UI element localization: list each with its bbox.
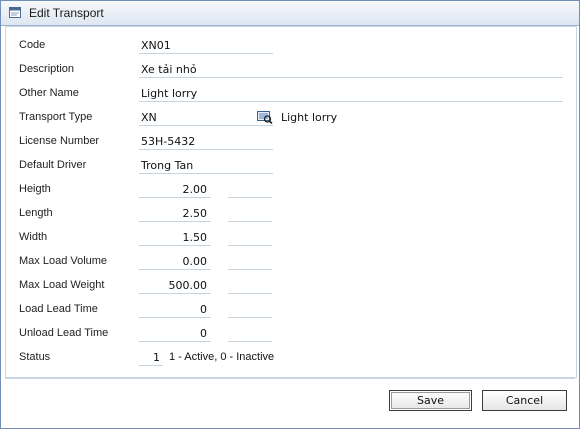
row-length: Length 2.50: [6, 204, 576, 224]
height-unit-field[interactable]: [228, 181, 272, 198]
row-max-load-weight: Max Load Weight 500.00: [6, 276, 576, 296]
row-unload-lead-time: Unload Lead Time 0: [6, 324, 576, 344]
width-input[interactable]: 1.50: [139, 229, 211, 246]
row-transport-type: Transport Type XN Light lorry: [6, 108, 576, 128]
row-width: Width 1.50: [6, 228, 576, 248]
lookup-icon[interactable]: [257, 111, 273, 124]
width-label: Width: [19, 231, 48, 243]
row-default-driver: Default Driver Trong Tan: [6, 156, 576, 176]
footer-divider: [5, 378, 575, 379]
max-load-weight-input[interactable]: 500.00: [139, 277, 211, 294]
unload-lead-time-label: Unload Lead Time: [19, 327, 109, 339]
max-load-weight-label: Max Load Weight: [19, 279, 105, 291]
max-load-volume-label: Max Load Volume: [19, 255, 108, 267]
max-load-weight-unit-field[interactable]: [228, 277, 272, 294]
other-name-input[interactable]: Light lorry: [139, 85, 563, 102]
window-title: Edit Transport: [29, 6, 104, 20]
transport-type-input[interactable]: XN: [139, 109, 273, 126]
other-name-label: Other Name: [19, 87, 79, 99]
unload-lead-time-input[interactable]: 0: [139, 325, 211, 342]
width-unit-field[interactable]: [228, 229, 272, 246]
description-input[interactable]: Xe tải nhỏ: [139, 61, 563, 78]
row-description: Description Xe tải nhỏ: [6, 60, 576, 80]
max-load-volume-unit-field[interactable]: [228, 253, 272, 270]
form-panel: Code XN01 Description Xe tải nhỏ Other N…: [5, 26, 577, 378]
length-input[interactable]: 2.50: [139, 205, 211, 222]
length-unit-field[interactable]: [228, 205, 272, 222]
length-label: Length: [19, 207, 53, 219]
save-button[interactable]: Save: [389, 390, 472, 411]
default-driver-input[interactable]: Trong Tan: [139, 157, 273, 174]
transport-type-name: Light lorry: [281, 111, 338, 124]
license-number-label: License Number: [19, 135, 100, 147]
license-number-input[interactable]: 53H-5432: [139, 133, 273, 150]
row-code: Code XN01: [6, 36, 576, 56]
edit-transport-window: Edit Transport Code XN01 Description Xe …: [0, 0, 580, 429]
code-input[interactable]: XN01: [139, 37, 273, 54]
status-input[interactable]: 1: [139, 349, 163, 366]
load-lead-time-unit-field[interactable]: [228, 301, 272, 318]
transport-type-label: Transport Type: [19, 111, 93, 123]
row-other-name: Other Name Light lorry: [6, 84, 576, 104]
status-label: Status: [19, 351, 51, 363]
row-height: Heigth 2.00: [6, 180, 576, 200]
load-lead-time-input[interactable]: 0: [139, 301, 211, 318]
height-input[interactable]: 2.00: [139, 181, 211, 198]
status-hint: 1 - Active, 0 - Inactive: [169, 351, 275, 363]
unload-lead-time-unit-field[interactable]: [228, 325, 272, 342]
load-lead-time-label: Load Lead Time: [19, 303, 98, 315]
description-label: Description: [19, 63, 75, 75]
default-driver-label: Default Driver: [19, 159, 87, 171]
row-load-lead-time: Load Lead Time 0: [6, 300, 576, 320]
row-max-load-volume: Max Load Volume 0.00: [6, 252, 576, 272]
max-load-volume-input[interactable]: 0.00: [139, 253, 211, 270]
code-label: Code: [19, 39, 46, 51]
title-bar: Edit Transport: [1, 1, 579, 26]
form-icon: [9, 7, 21, 18]
cancel-button[interactable]: Cancel: [482, 390, 567, 411]
height-label: Heigth: [19, 183, 51, 195]
row-status: Status 1 1 - Active, 0 - Inactive: [6, 348, 576, 368]
row-license-number: License Number 53H-5432: [6, 132, 576, 152]
